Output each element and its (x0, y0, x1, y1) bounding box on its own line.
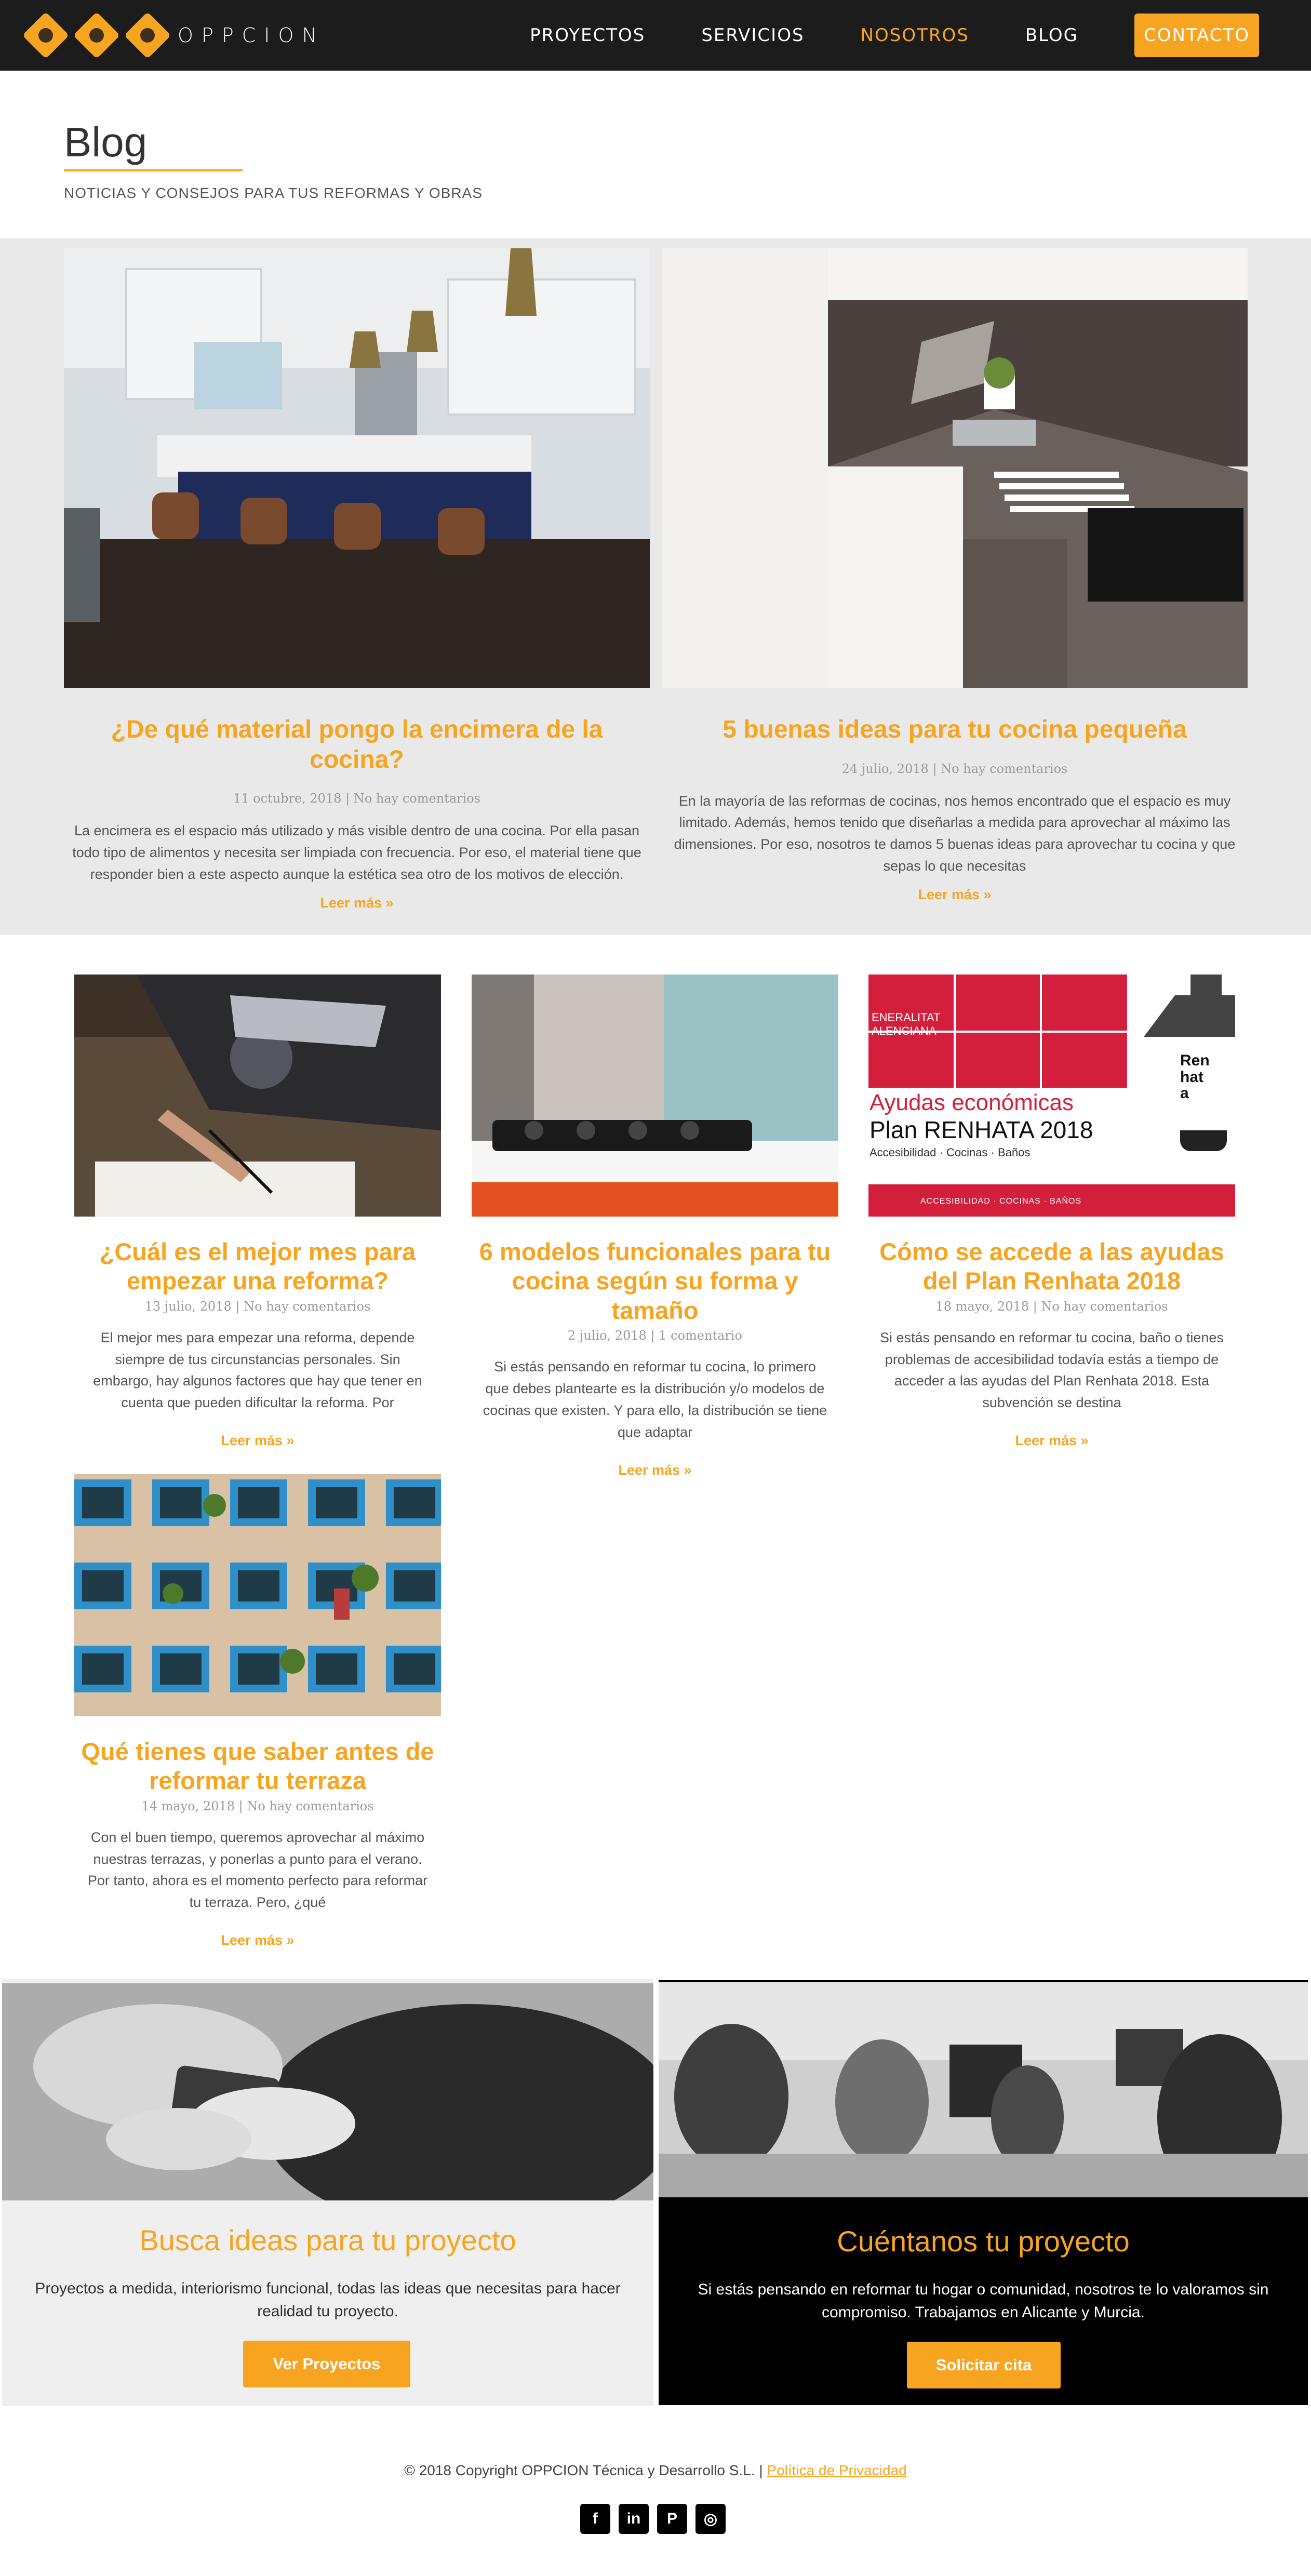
main-nav: PROYECTOS SERVICIOS NOSOTROS BLOG CONTAC… (474, 0, 1259, 71)
read-more-link[interactable]: Leer más » (64, 895, 650, 911)
read-more-link[interactable]: Leer más » (868, 1433, 1235, 1449)
image-vertical-text: Renhata (1180, 1052, 1210, 1102)
nav-servicios[interactable]: SERVICIOS (701, 25, 804, 46)
post-meta: 18 mayo, 2018 | No hay comentarios (935, 1299, 1168, 1314)
page-subtitle: NOTICIAS Y CONSEJOS PARA TUS REFORMAS Y … (64, 185, 483, 201)
image-line2: Plan RENHATA 2018 (869, 1116, 1093, 1143)
image-line1: Ayudas económicas (869, 1090, 1074, 1115)
copyright-text: © 2018 Copyright OPPCION Técnica y Desar… (404, 2462, 763, 2478)
cta-title: Busca ideas para tu proyecto (139, 2224, 516, 2257)
read-more-link[interactable]: Leer más » (472, 1462, 838, 1478)
post-image[interactable] (74, 1474, 441, 1716)
image-red-block: ENERALITAT ALENCIANA (868, 975, 1127, 1088)
logo-mark-3 (124, 11, 171, 59)
post-excerpt: En la mayoría de las reformas de cocinas… (674, 793, 1236, 874)
linkedin-icon[interactable]: in (619, 2504, 649, 2534)
image-footer-band: ACCESIBILIDAD · COCINAS · BAÑOS (868, 1184, 1235, 1217)
nav-proyectos[interactable]: PROYECTOS (530, 25, 645, 46)
logo-mark-2 (73, 11, 121, 59)
solicitar-cita-button[interactable]: Solicitar cita (907, 2342, 1061, 2388)
post-title[interactable]: Qué tienes que saber antes de reformar t… (74, 1737, 441, 1796)
post-image[interactable] (64, 248, 650, 688)
cta-contact: Cuéntanos tu proyecto Si estás pensando … (656, 1977, 1311, 2408)
post-title[interactable]: 5 buenas ideas para tu cocina pequeña (662, 715, 1248, 745)
cta-image (659, 1982, 1308, 2199)
featured-post: ¿De qué material pongo la encimera de la… (64, 248, 650, 911)
image-hood (1144, 975, 1235, 1037)
site-header: OPPCION PROYECTOS SERVICIOS NOSOTROS BLO… (0, 0, 1311, 71)
blog-post: ¿Cuál es el mejor mes para empezar una r… (74, 975, 441, 1449)
post-image[interactable] (472, 975, 838, 1217)
post-title[interactable]: ¿Cuál es el mejor mes para empezar una r… (74, 1237, 441, 1296)
pinterest-icon[interactable]: P (657, 2504, 687, 2534)
logo-text: OPPCION (178, 24, 325, 47)
image-pot (1180, 1130, 1227, 1151)
post-meta: 24 julio, 2018 | No hay comentarios (841, 761, 1068, 776)
post-title[interactable]: Cómo se accede a las ayudas del Plan Ren… (868, 1237, 1235, 1296)
post-meta: 2 julio, 2018 | 1 comentario (567, 1328, 743, 1343)
blog-post: ENERALITAT ALENCIANA Ayudas económicas P… (868, 975, 1235, 1449)
logo[interactable]: OPPCION (22, 11, 325, 59)
featured-post: 5 buenas ideas para tu cocina pequeña 24… (662, 248, 1248, 903)
post-excerpt: La encimera es el espacio más utilizado … (72, 823, 641, 882)
post-excerpt: Si estás pensando en reformar tu cocina,… (483, 1359, 827, 1440)
page-title: Blog (64, 119, 148, 165)
post-title[interactable]: 6 modelos funcionales para tu cocina seg… (472, 1237, 838, 1325)
cta-text: Si estás pensando en reformar tu hogar o… (698, 2281, 1269, 2321)
nav-nosotros[interactable]: NOSOTROS (861, 25, 969, 46)
cta-image (2, 1983, 653, 2200)
social-links: f in P ◎ (580, 2504, 726, 2534)
post-meta: 14 mayo, 2018 | No hay comentarios (141, 1798, 374, 1813)
cta-text: Proyectos a medida, interiorismo funcion… (35, 2280, 621, 2320)
privacy-link[interactable]: Política de Privacidad (767, 2462, 906, 2478)
image-gva-text: ENERALITAT ALENCIANA (872, 1011, 941, 1038)
post-image[interactable]: ENERALITAT ALENCIANA Ayudas económicas P… (868, 975, 1235, 1217)
post-meta: 13 julio, 2018 | No hay comentarios (144, 1299, 371, 1314)
cta-ideas: Busca ideas para tu proyecto Proyectos a… (0, 1977, 656, 2408)
cta-title: Cuéntanos tu proyecto (837, 2225, 1130, 2258)
post-title[interactable]: ¿De qué material pongo la encimera de la… (64, 715, 650, 775)
title-underline (64, 169, 243, 171)
image-line3: Accesibilidad · Cocinas · Baños (869, 1146, 1031, 1159)
copyright: © 2018 Copyright OPPCION Técnica y Desar… (0, 2462, 1311, 2479)
nav-blog[interactable]: BLOG (1025, 25, 1078, 46)
facebook-icon[interactable]: f (580, 2504, 610, 2534)
logo-mark-1 (22, 11, 70, 59)
post-excerpt: Si estás pensando en reformar tu cocina,… (880, 1329, 1224, 1411)
post-image[interactable] (74, 975, 441, 1217)
ver-proyectos-button[interactable]: Ver Proyectos (243, 2341, 410, 2387)
read-more-link[interactable]: Leer más » (74, 1433, 441, 1449)
post-image[interactable] (662, 248, 1248, 688)
instagram-icon[interactable]: ◎ (695, 2504, 726, 2534)
blog-post: 6 modelos funcionales para tu cocina seg… (472, 975, 838, 1478)
read-more-link[interactable]: Leer más » (662, 887, 1248, 903)
post-meta: 11 octubre, 2018 | No hay comentarios (233, 791, 481, 806)
blog-post: Qué tienes que saber antes de reformar t… (74, 1474, 441, 1948)
contact-button[interactable]: CONTACTO (1134, 14, 1259, 57)
post-excerpt: El mejor mes para empezar una reforma, d… (93, 1329, 422, 1411)
read-more-link[interactable]: Leer más » (74, 1932, 441, 1948)
post-excerpt: Con el buen tiempo, queremos aprovechar … (87, 1829, 428, 1911)
